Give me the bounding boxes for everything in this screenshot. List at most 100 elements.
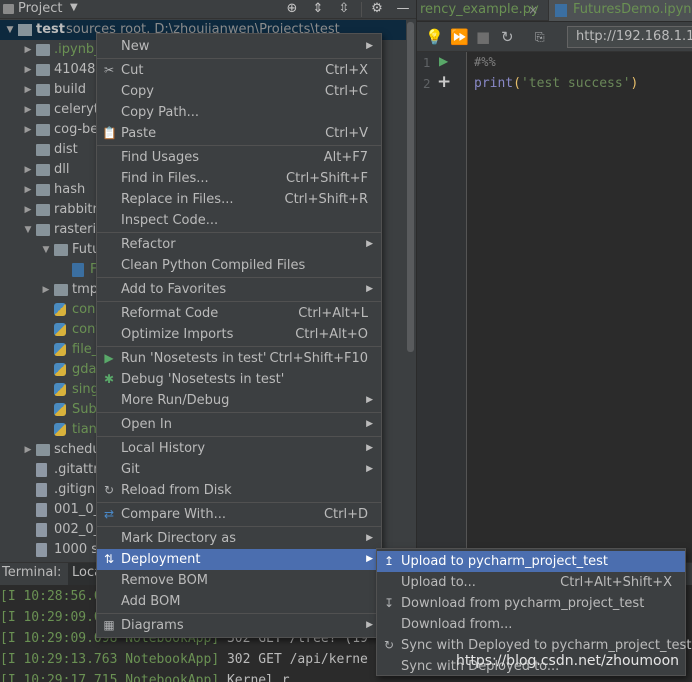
menu-item-optimize-imports[interactable]: Optimize Imports Ctrl+Alt+O [97,324,381,345]
menu-item-run-nosetests-in-test[interactable]: ▶ Run 'Nosetests in test' Ctrl+Shift+F10 [97,348,381,369]
gear-icon[interactable]: ⚙ [369,1,385,17]
collapse-all-icon[interactable]: ⇳ [336,1,352,17]
menu-item-find-in-files[interactable]: Find in Files... Ctrl+Shift+F [97,168,381,189]
menu-item-label: New [121,39,150,54]
tree-scrollbar-thumb[interactable] [407,22,414,352]
code-token: ( [513,76,521,91]
folder-icon [36,124,50,136]
menu-item-upload-to[interactable]: Upload to... Ctrl+Alt+Shift+X [377,572,685,593]
menu-item-mark-directory-as[interactable]: Mark Directory as ▶ [97,528,381,549]
menu-item-new[interactable]: New ▶ [97,36,381,57]
lightbulb-icon[interactable]: 💡 [425,28,444,46]
minimize-icon[interactable]: — [395,1,411,17]
menu-item-paste[interactable]: 📋 Paste Ctrl+V [97,123,381,144]
code-token: ) [630,76,639,91]
locate-icon[interactable]: ⊕ [284,1,300,17]
python-file-icon [54,403,66,416]
folder-icon [36,84,50,96]
menu-item-add-to-favorites[interactable]: Add to Favorites ▶ [97,279,381,300]
folder-icon [36,184,50,196]
shortcut-label: Ctrl+X [325,63,368,78]
stop-icon[interactable]: ■ [476,28,490,46]
expand-all-icon[interactable]: ⇕ [310,1,326,17]
log-prefix: [I 10:28:56.0 [0,589,102,604]
menu-item-diagrams[interactable]: ▦ Diagrams ▶ [97,615,381,636]
context-menu: New ▶ ✂ Cut Ctrl+X Copy Ctrl+C Copy Path... 📋 Pas… [96,33,382,638]
project-panel-title[interactable]: Project [18,1,62,16]
menu-item-replace-in-files[interactable]: Replace in Files... Ctrl+Shift+R [97,189,381,210]
chevron-right-icon: ▶ [366,533,373,543]
chevron-right-icon: ▶ [366,443,373,453]
menu-item-cut[interactable]: ✂ Cut Ctrl+X [97,60,381,81]
shortcut-label: Ctrl+Alt+Shift+X [560,575,672,590]
add-cell-icon[interactable]: + [437,72,451,92]
folder-icon [36,204,50,216]
chevron-right-icon[interactable]: ▶ [22,440,34,460]
menu-item-more-run-debug[interactable]: More Run/Debug ▶ [97,390,381,411]
chevron-down-icon[interactable]: ▼ [4,20,16,40]
chevron-right-icon[interactable]: ▶ [22,200,34,220]
kernel-icon[interactable]: ⎘ [535,28,545,46]
menu-item-debug-nosetests-in-test[interactable]: ✱ Debug 'Nosetests in test' [97,369,381,390]
shortcut-label: Ctrl+Shift+F [286,171,368,186]
chevron-right-icon[interactable]: ▶ [22,60,34,80]
chevron-right-icon: ▶ [366,395,373,405]
menu-item-compare-with[interactable]: ⇄ Compare With... Ctrl+D [97,504,381,525]
tree-item-label: hash [54,182,86,197]
divider [97,613,381,614]
chevron-right-icon[interactable]: ▶ [22,160,34,180]
menu-item-local-history[interactable]: Local History ▶ [97,438,381,459]
chevron-right-icon[interactable]: ▶ [22,100,34,120]
file-icon [36,503,47,517]
menu-item-remove-bom[interactable]: Remove BOM [97,570,381,591]
log-message: 302 GET /api/kerne [219,652,368,667]
tree-item-label: .gitattri [54,462,103,477]
jupyter-server-url[interactable]: http://192.168.1.158 [567,26,692,48]
close-icon[interactable]: × [528,0,538,20]
chevron-right-icon[interactable]: ▶ [22,180,34,200]
menu-item-label: More Run/Debug [121,393,230,408]
chevron-right-icon[interactable]: ▶ [22,40,34,60]
notebook-file-icon [555,4,567,17]
menu-item-copy-path[interactable]: Copy Path... [97,102,381,123]
code-token: 'test success' [520,76,631,91]
tree-item-label: schedu [54,442,101,457]
menu-item-reload-from-disk[interactable]: ↻ Reload from Disk [97,480,381,501]
menu-item-refactor[interactable]: Refactor ▶ [97,234,381,255]
menu-item-download-from-pycharm-project-test[interactable]: ↧ Download from pycharm_project_test [377,593,685,614]
code-line: print('test success') [474,76,638,91]
chevron-right-icon[interactable]: ▶ [22,120,34,140]
chevron-right-icon: ▶ [366,620,373,630]
menu-item-add-bom[interactable]: Add BOM [97,591,381,612]
chevron-right-icon: ▶ [366,464,373,474]
chevron-down-icon[interactable]: ▼ [40,240,52,260]
download-icon: ↧ [383,596,395,610]
menu-item-find-usages[interactable]: Find Usages Alt+F7 [97,147,381,168]
chevron-down-icon[interactable]: ▼ [22,220,34,240]
tree-item-label: tmp [72,282,99,297]
deployment-icon: ⇅ [103,552,115,566]
menu-item-inspect-code[interactable]: Inspect Code... [97,210,381,231]
bug-icon: ✱ [103,372,115,386]
clipboard-icon: 📋 [102,126,117,140]
menu-item-upload-to-pycharm-project-test[interactable]: ↥ Upload to pycharm_project_test [377,551,685,572]
menu-item-open-in[interactable]: Open In ▶ [97,414,381,435]
restart-icon[interactable]: ↻ [501,28,514,46]
tab-concurrency-example[interactable]: rency_example.py × [417,0,547,21]
tab-futures-demo[interactable]: FuturesDemo.ipynb [548,0,692,21]
menu-item-label: Local History [121,441,206,456]
menu-item-git[interactable]: Git ▶ [97,459,381,480]
menu-item-copy[interactable]: Copy Ctrl+C [97,81,381,102]
chevron-down-icon[interactable]: ▼ [70,2,78,13]
menu-item-download-from[interactable]: Download from... [377,614,685,635]
folder-icon [36,144,50,156]
terminal-line: [I 10:29:13.763 NotebookApp] 302 GET /ap… [0,652,368,667]
chevron-right-icon[interactable]: ▶ [22,80,34,100]
menu-item-deployment[interactable]: ⇅ Deployment ▶ [97,549,381,570]
menu-item-reformat-code[interactable]: Reformat Code Ctrl+Alt+L [97,303,381,324]
run-cell-icon[interactable]: ▶ [439,54,448,68]
chevron-right-icon[interactable]: ▶ [40,280,52,300]
menu-item-clean-python-compiled-files[interactable]: Clean Python Compiled Files [97,255,381,276]
tree-item-label: gda [72,362,97,377]
run-all-icon[interactable]: ⏩ [450,28,469,46]
